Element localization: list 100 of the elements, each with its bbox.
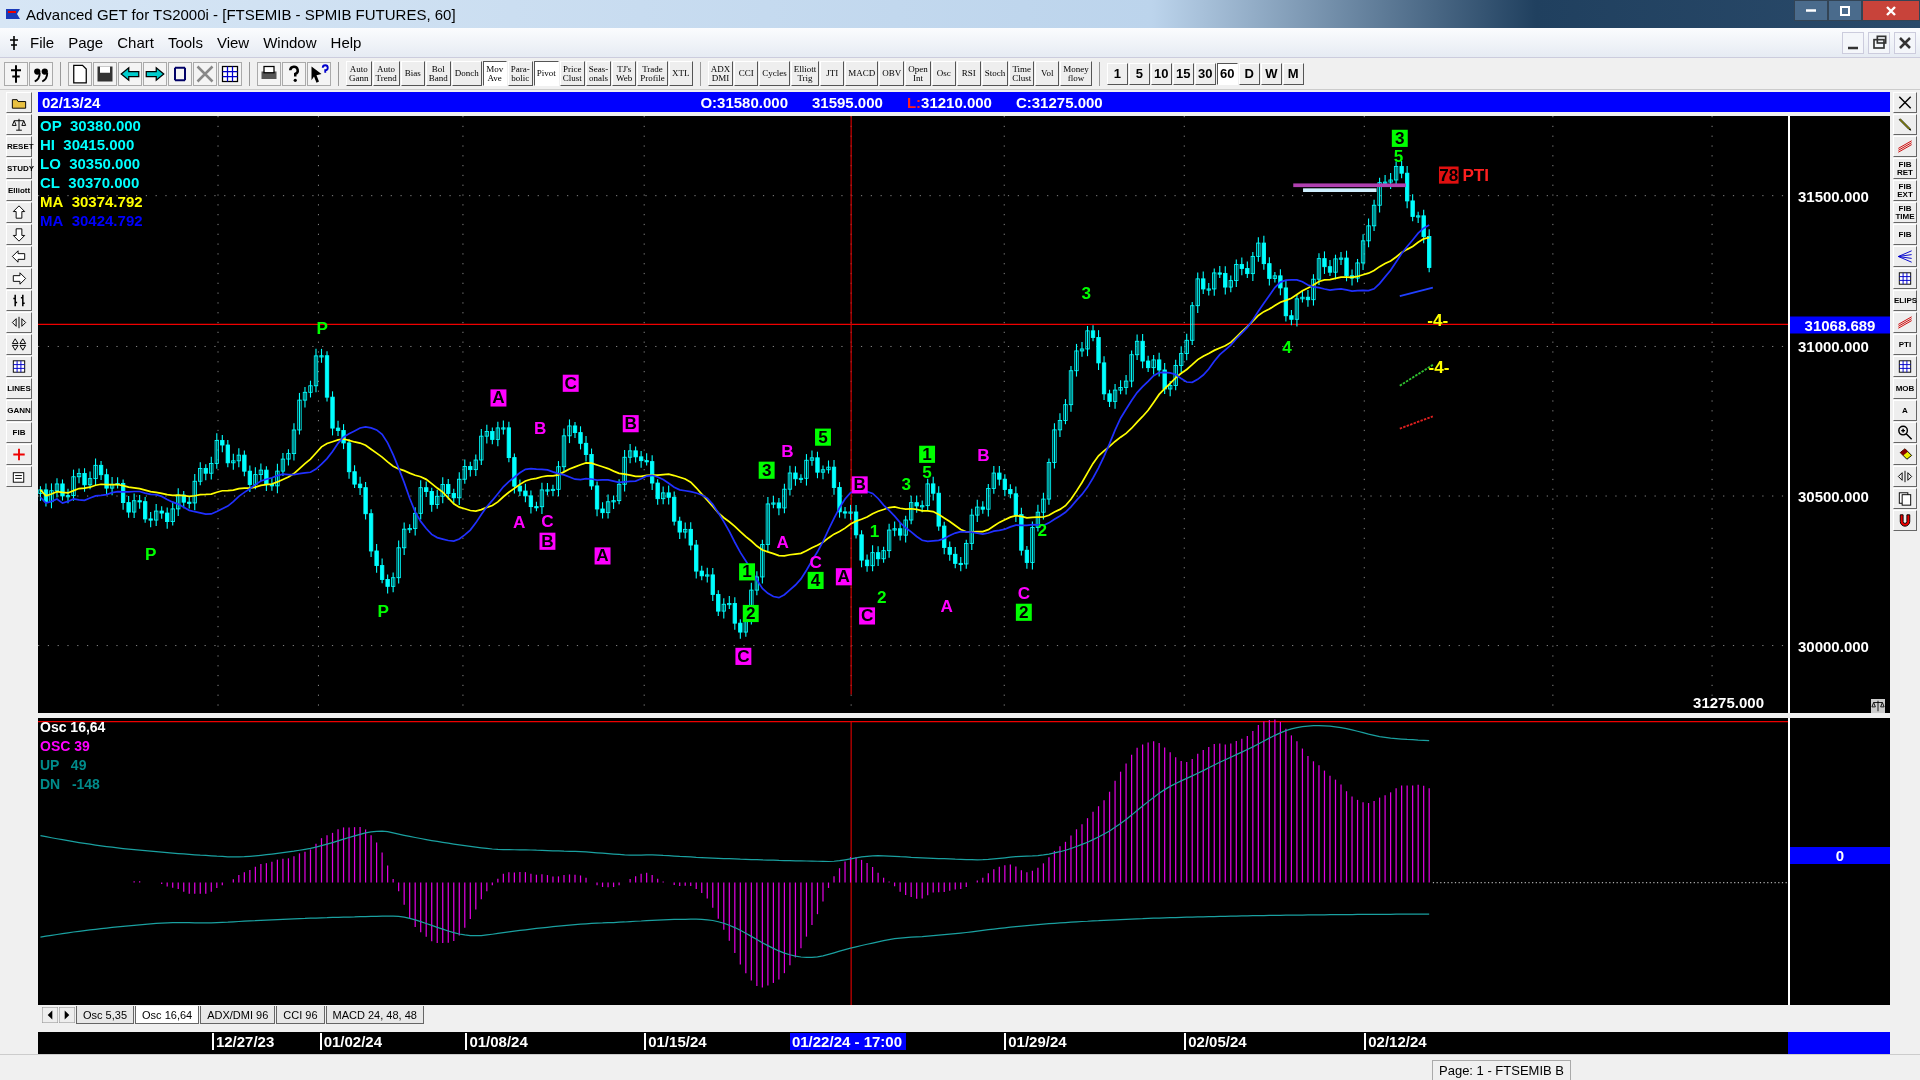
pencil-icon[interactable]: [1893, 114, 1917, 135]
indicator-button[interactable]: OBV: [879, 61, 905, 86]
tool-button[interactable]: A: [1893, 400, 1917, 421]
quote-marks-icon[interactable]: [29, 61, 53, 86]
eraser-icon[interactable]: [1893, 444, 1917, 465]
compress-arrows-icon[interactable]: [6, 334, 32, 355]
scroll-left-icon[interactable]: [42, 1007, 58, 1023]
indicator-button[interactable]: RSI: [956, 61, 981, 86]
tool-button[interactable]: FIB RET: [1893, 158, 1917, 179]
interval-button[interactable]: 30: [1194, 62, 1216, 85]
wave-label: B: [781, 441, 794, 462]
overlay-button[interactable]: XTL: [668, 61, 693, 86]
document-icon[interactable]: [68, 61, 92, 86]
indicator-tab[interactable]: CCI 96: [276, 1006, 325, 1024]
overlay-button[interactable]: TJ's Web: [612, 61, 637, 86]
overlay-button[interactable]: Mov Ave: [482, 61, 507, 86]
axis-label: 30500.000: [1798, 487, 1869, 505]
question-mark-icon[interactable]: [282, 61, 306, 86]
indicator-button[interactable]: Money flow: [1060, 61, 1092, 86]
magnet-icon[interactable]: [1893, 510, 1917, 531]
tool-button[interactable]: Elliott: [6, 180, 32, 201]
overlay-button[interactable]: Bol Band: [425, 61, 451, 86]
tool-button[interactable]: FIB: [1893, 224, 1917, 245]
minimize-icon[interactable]: [1842, 31, 1864, 54]
overlay-button[interactable]: Auto Gann: [346, 61, 372, 86]
pointer-question-icon[interactable]: [307, 61, 331, 86]
indicator-button[interactable]: MACD: [845, 61, 879, 86]
fan-lines-icon[interactable]: [1893, 246, 1917, 267]
scales-icon[interactable]: [6, 114, 32, 135]
minimize-button[interactable]: [1794, 0, 1828, 21]
tool-button[interactable]: GANN: [6, 400, 32, 421]
overlay-button[interactable]: Seas- onals: [585, 61, 612, 86]
tool-button[interactable]: LINES: [6, 378, 32, 399]
arrow-up-icon[interactable]: [6, 202, 32, 223]
restore-icon[interactable]: [1868, 31, 1890, 54]
indicator-button[interactable]: Vol: [1035, 61, 1060, 86]
wave-label: 2: [877, 587, 887, 608]
indicator-button[interactable]: Elliott Trig: [790, 61, 820, 86]
indicator-tab[interactable]: Osc 5,35: [76, 1006, 135, 1024]
indicator-button[interactable]: Open Int: [905, 61, 931, 86]
indicator-button[interactable]: Osc: [931, 61, 956, 86]
expand-arrows-icon[interactable]: [1893, 466, 1917, 487]
indicator-button[interactable]: Time Clust: [1009, 61, 1035, 86]
interval-button[interactable]: D: [1238, 62, 1260, 85]
indicator-button[interactable]: JTI: [820, 61, 845, 86]
interval-button[interactable]: 10: [1150, 62, 1172, 85]
menu-item[interactable]: File: [30, 34, 55, 51]
indicator-button[interactable]: ADX DMI: [707, 61, 734, 86]
interval-button[interactable]: 5: [1128, 62, 1150, 85]
menu-item[interactable]: Window: [263, 34, 317, 51]
menu-item[interactable]: View: [216, 34, 250, 51]
bars-icon[interactable]: [6, 290, 32, 311]
indicator-button[interactable]: CCI: [734, 61, 759, 86]
interval-button[interactable]: 60: [1216, 62, 1238, 85]
indicator-button[interactable]: Cycles: [759, 61, 790, 86]
interval-button[interactable]: W: [1260, 62, 1282, 85]
indicator-tab[interactable]: ADX/DMI 96: [200, 1006, 276, 1024]
menu-item[interactable]: Tools: [167, 34, 203, 51]
indicator-tab[interactable]: Osc 16,64: [135, 1006, 200, 1024]
overlay-button[interactable]: Pivot: [533, 61, 559, 86]
close-button[interactable]: [1862, 0, 1920, 21]
notepad-icon[interactable]: [6, 466, 32, 487]
crosshair-icon[interactable]: [6, 444, 32, 465]
scales-icon[interactable]: [1868, 699, 1888, 713]
overlay-button[interactable]: Trade Profile: [637, 61, 668, 86]
diagonal-lines-icon[interactable]: [1893, 136, 1917, 157]
zoom-icon[interactable]: [1893, 422, 1917, 443]
wave-label: 3: [1081, 283, 1092, 304]
interval-button[interactable]: M: [1282, 62, 1304, 85]
printer-icon[interactable]: [257, 61, 281, 86]
menu-item[interactable]: Help: [330, 34, 362, 51]
scroll-right-icon[interactable]: [59, 1007, 75, 1023]
tool-button[interactable]: MOB: [1893, 378, 1917, 399]
tool-button[interactable]: FIB TIME: [1893, 202, 1917, 223]
arrow-down-icon[interactable]: [6, 224, 32, 245]
cursor-icon[interactable]: [4, 61, 28, 86]
close-icon[interactable]: [1894, 31, 1916, 54]
indicator-tab[interactable]: MACD 24, 48, 48: [325, 1006, 424, 1024]
indicator-button[interactable]: Stoch: [981, 61, 1009, 86]
pages-icon[interactable]: [1893, 488, 1917, 509]
tool-button[interactable]: FIB EXT: [1893, 180, 1917, 201]
arrow-left-icon[interactable]: [118, 61, 142, 86]
diagonal-lines-icon[interactable]: [1893, 312, 1917, 333]
overlay-button[interactable]: Donch: [451, 61, 482, 86]
overlay-button[interactable]: Bias: [400, 61, 425, 86]
overlay-button[interactable]: Auto Trend: [372, 61, 400, 86]
menu-item[interactable]: Chart: [117, 34, 154, 51]
grid-icon[interactable]: [218, 61, 242, 86]
tool-button[interactable]: FIB: [6, 422, 32, 443]
expand-arrows-icon[interactable]: [6, 312, 32, 333]
interval-button[interactable]: 1: [1106, 62, 1128, 85]
folder-icon[interactable]: [6, 92, 32, 113]
overlay-button[interactable]: Price Clust: [559, 61, 585, 86]
overlay-button[interactable]: Para- bolic: [507, 61, 533, 86]
tool-button[interactable]: PTI: [1893, 334, 1917, 355]
interval-button[interactable]: 15: [1172, 62, 1194, 85]
menu-item[interactable]: Page: [68, 34, 104, 51]
arrow-right-icon[interactable]: [143, 61, 167, 86]
quote-date: 02/13/24: [42, 93, 101, 111]
maximize-button[interactable]: [1828, 0, 1862, 21]
